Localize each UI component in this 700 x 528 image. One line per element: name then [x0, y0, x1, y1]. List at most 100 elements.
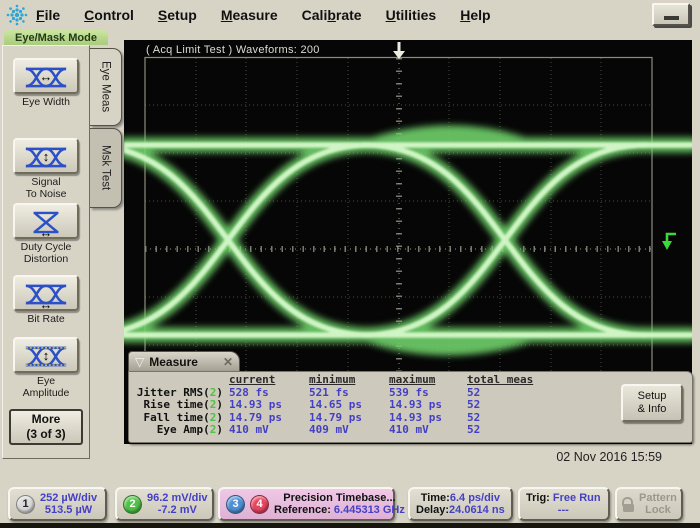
pattern-lock-label-2: Lock	[639, 504, 677, 516]
minimize-icon	[664, 16, 679, 20]
eye-amplitude-icon-arrow: ↕	[43, 351, 50, 361]
eye-trace-glow	[124, 133, 692, 348]
reference-value: 6.445313 GHz	[334, 504, 405, 516]
eye-width-button[interactable]: ↔	[13, 58, 79, 94]
channel-1-badge: 1	[16, 495, 35, 514]
more-button[interactable]: More (3 of 3)	[9, 409, 83, 445]
menu-items: File Control Setup Measure Calibrate Utilitie…	[36, 0, 491, 30]
timebase-reference: Reference: 6.445313 GHz	[274, 504, 405, 517]
sidebar-item-duty-cycle-distortion: ↔ Duty CycleDistortion	[3, 203, 89, 265]
menu-bar: File Control Setup Measure Calibrate Utilitie…	[0, 0, 700, 30]
duty-cycle-distortion-label: Duty CycleDistortion	[21, 241, 72, 265]
reference-label: Reference:	[274, 504, 331, 516]
collapse-triangle-icon[interactable]	[135, 356, 144, 368]
menu-item-control[interactable]: Control	[84, 7, 134, 23]
menu-item-file[interactable]: File	[36, 7, 60, 23]
channel-1-button[interactable]: 1 252 µW/div 513.5 µW	[8, 487, 107, 521]
acq-status-text: ( Acq Limit Test ) Waveforms: 200	[146, 44, 320, 56]
eye-amplitude-label: EyeAmplitude	[23, 375, 70, 399]
timebase-title: Precision Timebase...	[274, 492, 405, 505]
measure-panel-title: Measure	[149, 355, 198, 369]
bit-rate-label: Bit Rate	[27, 313, 64, 325]
sidebar-item-bit-rate: ↔ Bit Rate	[3, 275, 89, 325]
trigger-value2: ---	[558, 504, 569, 517]
mode-label: Eye/Mask Mode	[4, 30, 108, 45]
measure-cell: 409 mV	[309, 424, 389, 437]
channel-1-offset: 513.5 µW	[40, 504, 97, 517]
channel-ground-marker-icon	[662, 234, 676, 250]
menu-item-utilities[interactable]: Utilities	[386, 7, 437, 23]
setup-info-label-2: & Info	[638, 403, 667, 415]
measure-cell: 52	[467, 399, 559, 412]
measure-cell: 410 mV	[229, 424, 309, 437]
measure-column-header: current	[229, 374, 309, 387]
menu-item-measure[interactable]: Measure	[221, 7, 278, 23]
measure-row-label: Eye Amp(2)	[129, 424, 229, 437]
close-icon[interactable]	[223, 355, 233, 369]
measure-cell: 52	[467, 424, 559, 437]
precision-timebase-button[interactable]: 3 4 Precision Timebase... Reference: 6.4…	[218, 487, 395, 521]
measure-column-header: maximum	[389, 374, 467, 387]
channel-2-scale: 96.2 mV/div	[147, 492, 208, 505]
unlock-icon	[623, 504, 634, 512]
delay-line: Delay:24.0614 ns	[416, 504, 505, 517]
menu-item-calibrate[interactable]: Calibrate	[302, 7, 362, 23]
measure-column-header: total meas	[467, 374, 559, 387]
agilent-spark-icon	[4, 2, 30, 28]
measure-column-header: minimum	[309, 374, 389, 387]
trigger-line: Trig: Free Run	[526, 492, 601, 505]
more-button-count: (3 of 3)	[26, 427, 65, 441]
duty-cycle-distortion-icon-arrow: ↔	[40, 228, 53, 238]
tab-msk-test[interactable]: Msk Test	[90, 128, 122, 208]
timebase-scale-button[interactable]: Time:6.4 ps/div Delay:24.0614 ns	[408, 487, 513, 521]
trigger-button[interactable]: Trig: Free Run ---	[518, 487, 610, 521]
channel-4-badge: 4	[250, 495, 269, 514]
channel-2-button[interactable]: 2 96.2 mV/div -7.2 mV	[115, 487, 214, 521]
delay-label: Delay:	[416, 504, 449, 516]
trigger-label: Trig:	[526, 492, 550, 504]
channel-1-scale: 252 µW/div	[40, 492, 97, 505]
signal-to-noise-icon-arrow: ↕	[43, 152, 50, 162]
setup-info-button[interactable]: Setup & Info	[621, 384, 683, 422]
setup-info-label-1: Setup	[638, 390, 667, 402]
measure-cell: 52	[467, 412, 559, 425]
channel-2-badge: 2	[123, 495, 142, 514]
duty-cycle-distortion-button[interactable]: ↔	[13, 203, 79, 239]
eye-amplitude-button[interactable]: ↕	[13, 337, 79, 373]
delay-value: 24.0614 ns	[449, 504, 505, 516]
measure-table: currentminimummaximumtotal measJitter RM…	[129, 374, 692, 437]
bit-rate-icon-arrow: ↔	[40, 300, 53, 310]
minimize-button[interactable]	[652, 3, 690, 26]
menu-item-setup[interactable]: Setup	[158, 7, 197, 23]
trigger-value: Free Run	[553, 492, 601, 504]
more-button-label: More	[32, 412, 61, 426]
oscilloscope-window: File Control Setup Measure Calibrate Utilitie…	[0, 0, 700, 528]
tab-eye-meas[interactable]: Eye Meas	[90, 48, 122, 126]
measure-row: Eye Amp(2)410 mV409 mV410 mV52	[129, 424, 692, 437]
pattern-lock-button[interactable]: Pattern Lock	[615, 487, 683, 521]
eye-width-icon-arrow: ↔	[40, 72, 53, 82]
window-bottom-edge	[0, 523, 700, 528]
pattern-lock-label-1: Pattern	[639, 492, 677, 504]
time-label: Time:	[421, 492, 450, 504]
sidebar-item-eye-amplitude: ↕ EyeAmplitude	[3, 337, 89, 399]
sidebar-item-eye-width: ↔ Eye Width	[3, 58, 89, 108]
time-value: 6.4 ps/div	[450, 492, 500, 504]
eye-width-label: Eye Width	[22, 96, 70, 108]
menu-item-help[interactable]: Help	[460, 7, 490, 23]
measure-panel: currentminimummaximumtotal measJitter RM…	[128, 371, 693, 443]
signal-to-noise-button[interactable]: ↕	[13, 138, 79, 174]
signal-to-noise-label: SignalTo Noise	[26, 176, 67, 200]
measure-cell: 52	[467, 387, 559, 400]
measure-cell: 410 mV	[389, 424, 467, 437]
trigger-position-icon	[393, 42, 405, 59]
time-line: Time:6.4 ps/div	[416, 492, 505, 505]
measure-panel-tab[interactable]: Measure	[128, 351, 240, 372]
measure-cell: 14.93 ps	[229, 399, 309, 412]
channel-3-badge: 3	[226, 495, 245, 514]
bit-rate-button[interactable]: ↔	[13, 275, 79, 311]
datetime-display: 02 Nov 2016 15:59	[556, 450, 662, 464]
channel-2-offset: -7.2 mV	[147, 504, 208, 517]
sidebar-panel: ↔ Eye Width ↕ SignalTo Noise ↔ Duty CycleDist…	[2, 45, 90, 459]
measure-cell: 14.93 ps	[389, 399, 467, 412]
